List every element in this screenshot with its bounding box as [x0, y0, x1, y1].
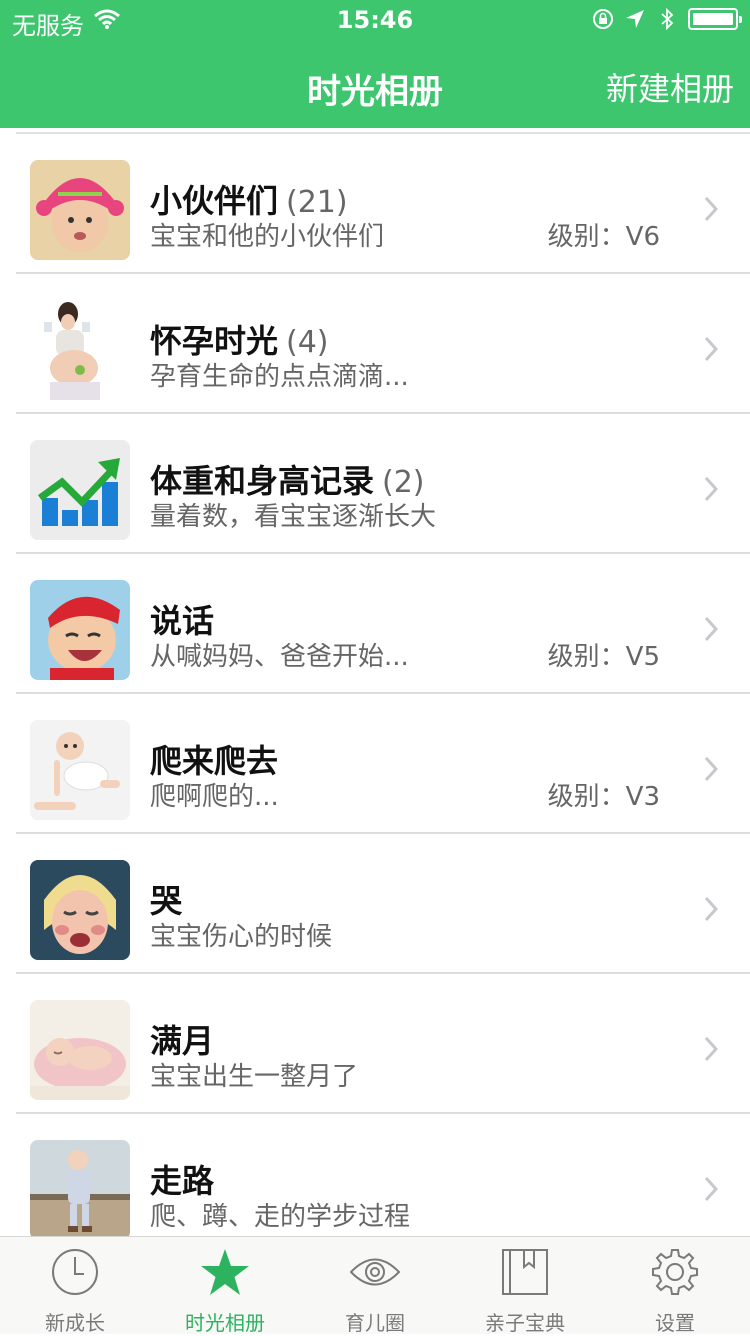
baby-pink-hat-photo — [30, 160, 130, 260]
album-row-crying[interactable]: 哭 宝宝伤心的时候 — [0, 834, 750, 974]
tab-label: 设置 — [655, 1311, 695, 1335]
album-list: 小伙伴们 (21) 宝宝和他的小伙伴们 级别：V6 怀孕时光 (4) 孕育生命的点点… — [0, 128, 750, 1236]
album-subtitle: 爬、蹲、走的学步过程 — [150, 1202, 411, 1232]
laughing-baby-photo — [30, 580, 130, 680]
chevron-right-icon — [704, 196, 718, 222]
album-thumbnail — [30, 300, 130, 400]
album-title: 怀孕时光 — [150, 322, 279, 360]
clock-icon — [52, 1249, 98, 1295]
growth-chart-icon — [30, 440, 130, 540]
chevron-right-icon — [704, 1176, 718, 1202]
album-subtitle: 爬啊爬的... — [150, 782, 279, 812]
album-title: 体重和身高记录 — [150, 462, 375, 500]
tab-parenting-guide[interactable]: 亲子宝典 — [450, 1237, 600, 1335]
album-row-crawling[interactable]: 爬来爬去 爬啊爬的... 级别：V3 — [0, 694, 750, 834]
new-album-button[interactable]: 新建相册 — [606, 64, 734, 110]
gear-icon — [652, 1249, 698, 1295]
album-thumbnail — [30, 720, 130, 820]
album-row-walking[interactable]: 走路 爬、蹲、走的学步过程 — [0, 1114, 750, 1236]
album-row-growth[interactable]: 体重和身高记录 (2) 量着数，看宝宝逐渐长大 — [0, 414, 750, 554]
sleeping-newborn-photo — [30, 1000, 130, 1100]
album-thumbnail — [30, 860, 130, 960]
tab-new-growth[interactable]: 新成长 — [0, 1237, 150, 1335]
album-title: 爬来爬去 — [150, 742, 279, 780]
album-row-talking[interactable]: 说话 从喊妈妈、爸爸开始... 级别：V5 — [0, 554, 750, 694]
chevron-right-icon — [704, 756, 718, 782]
album-level: 级别：V5 — [547, 642, 660, 672]
location-icon — [626, 10, 644, 28]
battery-icon — [688, 8, 742, 30]
book-icon — [502, 1249, 548, 1295]
pregnant-woman-photo — [30, 300, 130, 400]
album-count: (4) — [286, 325, 329, 360]
album-subtitle: 量着数，看宝宝逐渐长大 — [150, 502, 437, 532]
album-level: 级别：V3 — [547, 782, 660, 812]
album-title: 满月 — [150, 1022, 215, 1060]
album-row-full-month[interactable]: 满月 宝宝出生一整月了 — [0, 974, 750, 1114]
chevron-right-icon — [704, 336, 718, 362]
album-title: 哭 — [150, 882, 183, 920]
tab-bar: 新成长 时光相册 育儿圈 亲子宝典 设置 — [0, 1236, 750, 1335]
album-title: 说话 — [150, 602, 215, 640]
album-thumbnail — [30, 1140, 130, 1236]
album-count: (21) — [286, 185, 348, 220]
app-header: 无服务 15:46 时光相册 新建相册 — [0, 0, 750, 128]
bluetooth-icon — [661, 8, 674, 30]
tab-label: 亲子宝典 — [485, 1311, 565, 1335]
tab-label: 时光相册 — [185, 1311, 265, 1335]
tab-label: 新成长 — [45, 1311, 105, 1335]
crawling-baby-photo — [30, 720, 130, 820]
album-thumbnail — [30, 440, 130, 540]
chevron-right-icon — [704, 896, 718, 922]
chevron-right-icon — [704, 476, 718, 502]
orientation-lock-icon — [593, 9, 613, 29]
album-subtitle: 宝宝和他的小伙伴们 — [150, 222, 385, 252]
tab-settings[interactable]: 设置 — [600, 1237, 750, 1335]
chevron-right-icon — [704, 1036, 718, 1062]
status-icons — [592, 8, 742, 30]
album-subtitle: 从喊妈妈、爸爸开始... — [150, 642, 409, 672]
album-count: (2) — [382, 465, 425, 500]
tab-photo-albums[interactable]: 时光相册 — [150, 1237, 300, 1335]
status-bar: 无服务 15:46 — [0, 0, 750, 40]
album-thumbnail — [30, 160, 130, 260]
album-subtitle: 宝宝出生一整月了 — [150, 1062, 359, 1092]
album-row-friends[interactable]: 小伙伴们 (21) 宝宝和他的小伙伴们 级别：V6 — [0, 134, 750, 274]
album-row-pregnancy[interactable]: 怀孕时光 (4) 孕育生命的点点滴滴... — [0, 274, 750, 414]
tab-parenting-circle[interactable]: 育儿圈 — [300, 1237, 450, 1335]
walking-toddler-photo — [30, 1140, 130, 1236]
eye-icon — [350, 1258, 400, 1286]
album-subtitle: 宝宝伤心的时候 — [150, 922, 333, 952]
album-thumbnail — [30, 580, 130, 680]
star-icon — [201, 1249, 249, 1295]
album-thumbnail — [30, 1000, 130, 1100]
album-subtitle: 孕育生命的点点滴滴... — [150, 362, 409, 392]
tab-label: 育儿圈 — [345, 1311, 405, 1335]
crying-child-photo — [30, 860, 130, 960]
album-level: 级别：V6 — [547, 222, 660, 252]
album-title: 走路 — [150, 1162, 215, 1200]
chevron-right-icon — [704, 616, 718, 642]
album-title: 小伙伴们 — [150, 182, 279, 220]
